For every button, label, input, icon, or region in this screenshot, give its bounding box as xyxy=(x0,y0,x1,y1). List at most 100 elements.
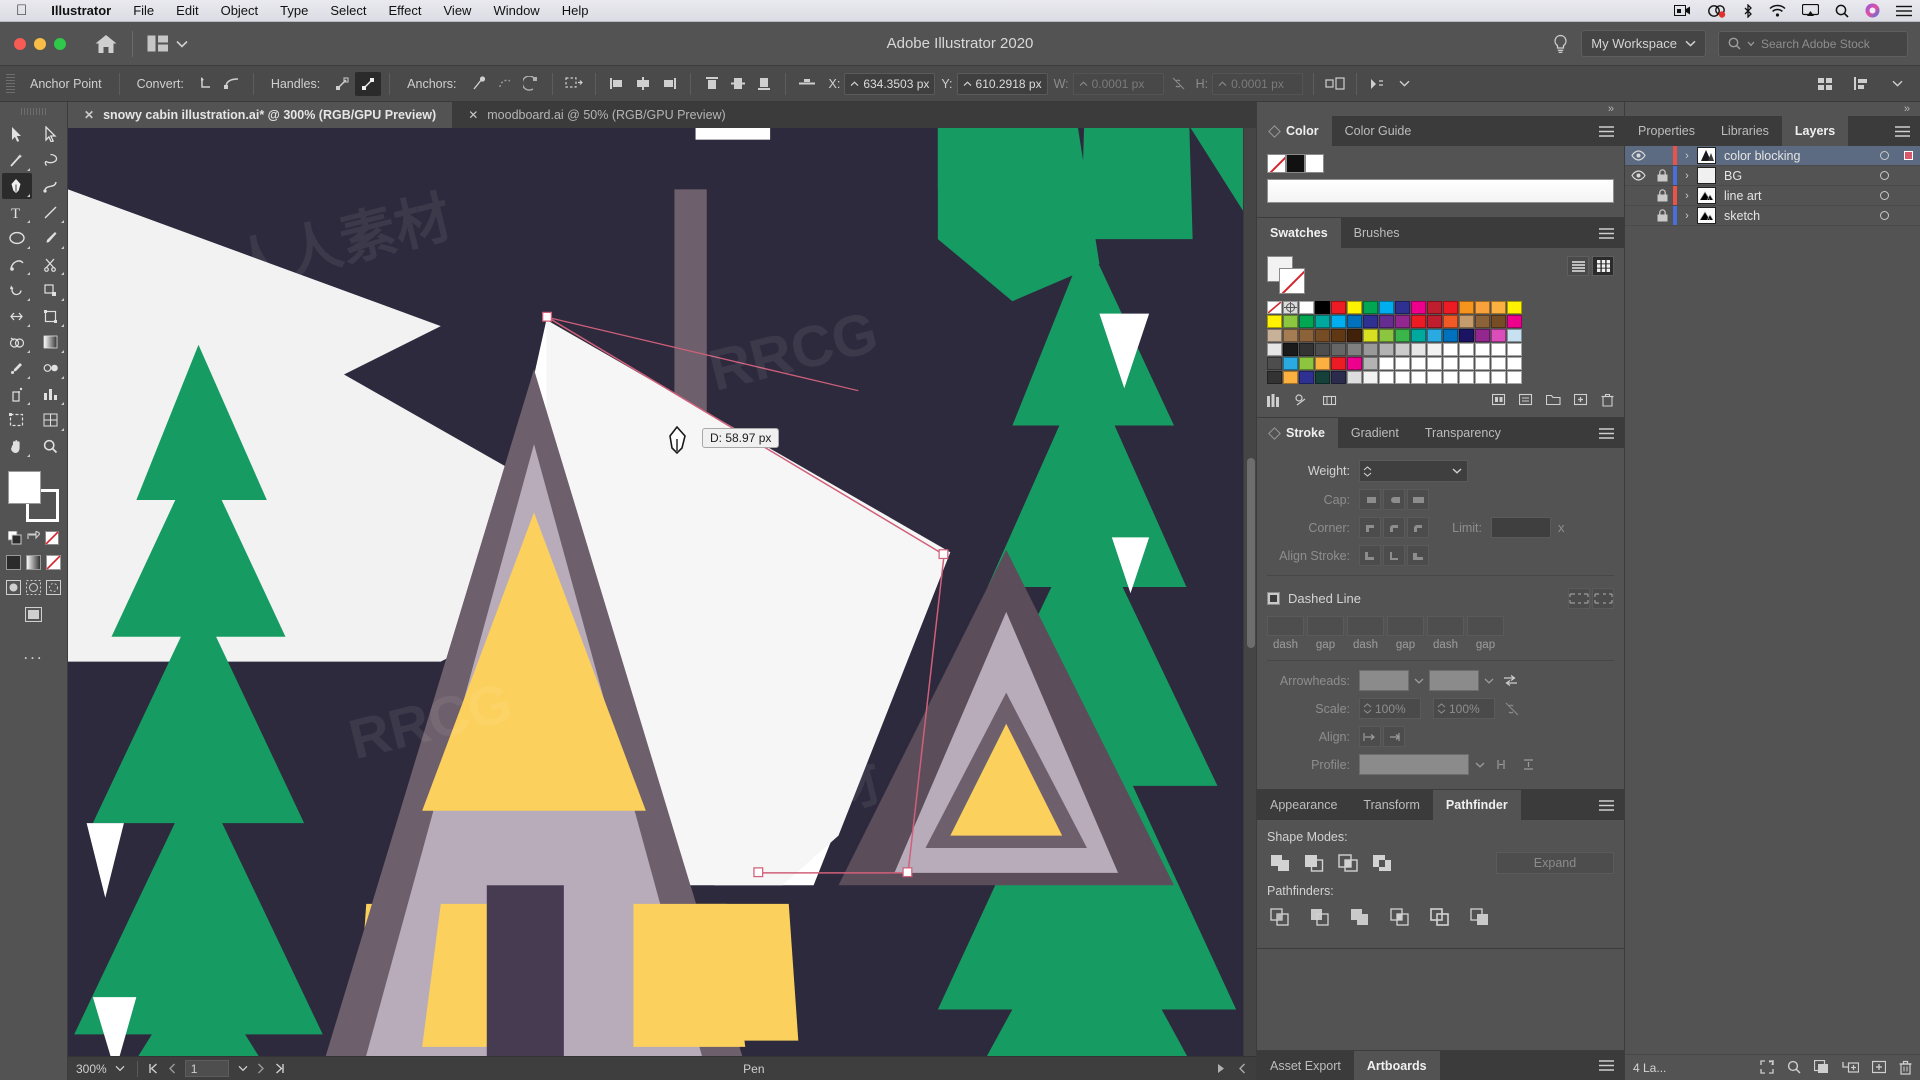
swatch-libraries-icon[interactable] xyxy=(1267,393,1281,407)
pen-tool[interactable] xyxy=(1,173,32,199)
divide-icon[interactable] xyxy=(1267,905,1293,929)
dashed-line-checkbox[interactable] xyxy=(1267,592,1280,605)
swatch-cell[interactable] xyxy=(1283,329,1298,342)
swatch-cell[interactable] xyxy=(1395,343,1410,356)
layer-row[interactable]: › line art xyxy=(1625,186,1920,206)
h-stepper[interactable] xyxy=(1218,80,1227,87)
swatch-cell[interactable] xyxy=(1475,301,1490,314)
swatch-cell[interactable] xyxy=(1475,371,1490,384)
symbol-sprayer-tool[interactable] xyxy=(2,381,32,407)
flip-profile-across-icon[interactable] xyxy=(1523,758,1537,771)
new-layer-icon[interactable] xyxy=(1872,1060,1886,1075)
tab-appearance[interactable]: Appearance xyxy=(1257,790,1350,820)
align-panel-icon[interactable] xyxy=(1848,72,1874,96)
weight-stepper[interactable] xyxy=(1360,465,1375,477)
layer-lock-toggle[interactable] xyxy=(1651,189,1673,202)
swatch-cell[interactable] xyxy=(1507,357,1522,370)
create-sublayer-icon[interactable] xyxy=(1842,1060,1859,1075)
scale-tool[interactable] xyxy=(36,277,66,303)
current-swatch-indicator[interactable] xyxy=(1267,256,1305,294)
menu-effect[interactable]: Effect xyxy=(377,0,432,22)
gap-1[interactable]: gap xyxy=(1307,616,1344,651)
dashes-adjust-icon[interactable] xyxy=(1592,588,1614,609)
more-options-icon[interactable] xyxy=(1365,72,1391,96)
swatch-cell[interactable] xyxy=(1443,343,1458,356)
layer-list[interactable]: › color blocking › BG › line art › sketch xyxy=(1625,146,1920,226)
draw-behind-icon[interactable] xyxy=(26,580,41,595)
document-tab-active[interactable]: ✕ snowy cabin illustration.ai* @ 300% (R… xyxy=(68,102,453,128)
delete-swatch-icon[interactable] xyxy=(1601,393,1614,407)
swatch-cell[interactable] xyxy=(1267,371,1282,384)
align-outside-stroke-icon[interactable] xyxy=(1407,545,1429,566)
selection-tool[interactable] xyxy=(2,121,32,147)
swatch-cell[interactable] xyxy=(1395,315,1410,328)
collapse-dock-icon[interactable]: » xyxy=(1625,102,1920,116)
swatch-cell[interactable] xyxy=(1347,343,1362,356)
profile-dropdown[interactable] xyxy=(1359,754,1469,775)
airplay-icon[interactable] xyxy=(1794,4,1827,17)
draw-normal-icon[interactable] xyxy=(6,580,21,595)
gap-2[interactable]: gap xyxy=(1387,616,1424,651)
close-window-button[interactable] xyxy=(14,37,26,50)
tab-layers[interactable]: Layers xyxy=(1781,116,1849,146)
swatch-cell[interactable] xyxy=(1411,329,1426,342)
new-color-group-icon[interactable] xyxy=(1492,393,1506,407)
panel-menu-icon[interactable] xyxy=(1589,418,1624,448)
fill-color-icon[interactable] xyxy=(6,555,21,570)
swatch-cell[interactable] xyxy=(1395,371,1410,384)
layer-lock-toggle[interactable] xyxy=(1651,169,1673,182)
eyedropper-tool[interactable] xyxy=(2,355,32,381)
grid-view-icon[interactable] xyxy=(1592,256,1614,276)
chevron-down-icon[interactable] xyxy=(1479,678,1499,684)
layer-name[interactable]: sketch xyxy=(1724,209,1872,223)
layer-expand-arrow[interactable]: › xyxy=(1677,170,1697,182)
swatch-cell[interactable] xyxy=(1331,301,1346,314)
convert-to-corner-icon[interactable] xyxy=(193,72,219,96)
siri-icon[interactable] xyxy=(1857,3,1888,18)
swatch-cell[interactable] xyxy=(1299,301,1314,314)
locate-object-icon[interactable] xyxy=(1760,1060,1774,1075)
tools-panel-grip[interactable] xyxy=(20,108,47,115)
bevel-join-icon[interactable] xyxy=(1407,517,1429,538)
menu-view[interactable]: View xyxy=(433,0,483,22)
crop-icon[interactable] xyxy=(1387,905,1413,929)
delete-layer-icon[interactable] xyxy=(1899,1060,1912,1075)
panel-menu-icon[interactable] xyxy=(1589,116,1624,146)
rotate-tool[interactable] xyxy=(2,277,32,303)
swatch-cell[interactable] xyxy=(1379,343,1394,356)
swatch-cell[interactable] xyxy=(1267,315,1282,328)
gap-3[interactable]: gap xyxy=(1467,616,1504,651)
swatch-cell[interactable] xyxy=(1507,343,1522,356)
link-dimensions-icon[interactable] xyxy=(1166,72,1192,96)
swatch-cell[interactable] xyxy=(1459,301,1474,314)
swatch-cell[interactable] xyxy=(1315,357,1330,370)
layer-name[interactable]: line art xyxy=(1724,189,1872,203)
panel-menu-icon[interactable] xyxy=(1885,116,1920,146)
tab-artboards[interactable]: Artboards xyxy=(1353,1051,1440,1080)
link-scale-icon[interactable] xyxy=(1505,702,1519,716)
tab-color-guide[interactable]: Color Guide xyxy=(1332,116,1425,146)
swatch-cell[interactable] xyxy=(1443,371,1458,384)
page-number-field[interactable]: 1 xyxy=(184,1060,229,1077)
width-field[interactable]: 0.0001 px xyxy=(1072,72,1164,95)
swatch-cell[interactable] xyxy=(1347,315,1362,328)
hide-handles-icon[interactable] xyxy=(355,71,382,96)
swatch-cell[interactable] xyxy=(1475,315,1490,328)
new-swatch-icon[interactable] xyxy=(1574,393,1588,407)
swatch-cell[interactable] xyxy=(1363,329,1378,342)
new-swatch-folder-icon[interactable] xyxy=(1546,393,1561,407)
gradient-fill-icon[interactable] xyxy=(26,555,41,570)
swatch-cell[interactable] xyxy=(1443,315,1458,328)
menu-edit[interactable]: Edit xyxy=(165,0,209,22)
height-field[interactable]: 0.0001 px xyxy=(1212,72,1304,95)
tab-asset-export[interactable]: Asset Export xyxy=(1257,1051,1354,1080)
show-kinds-icon[interactable] xyxy=(1295,393,1309,407)
tab-gradient[interactable]: Gradient xyxy=(1338,418,1412,448)
swatch-cell[interactable] xyxy=(1267,343,1282,356)
swatch-cell[interactable] xyxy=(1459,315,1474,328)
layer-target-circle[interactable] xyxy=(1872,171,1896,180)
minus-front-icon[interactable] xyxy=(1301,851,1327,875)
swatch-cell[interactable] xyxy=(1363,343,1378,356)
shaper-tool[interactable] xyxy=(2,251,32,277)
flip-profile-along-icon[interactable] xyxy=(1497,758,1511,771)
